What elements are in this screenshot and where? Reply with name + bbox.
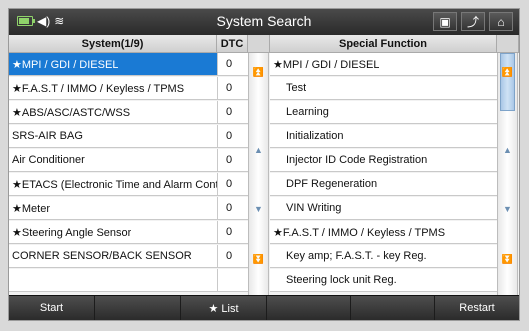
scroll-down-icon[interactable]: ▼ (498, 198, 517, 220)
function-row-label: Key amp; F.A.S.T. - key Reg. (286, 250, 427, 262)
system-list-scrollbar[interactable]: ⏫ ▲ ▼ ⏬ (248, 53, 269, 297)
system-row[interactable]: CORNER SENSOR/BACK SENSOR (9, 245, 217, 268)
function-row-label: VIN Writing (286, 202, 342, 214)
system-row-label: ★MPI / GDI / DIESEL (12, 58, 119, 71)
function-row-label: ★F.A.S.T / IMMO / Keyless / TPMS (273, 226, 446, 239)
dtc-count: 0 (217, 125, 248, 148)
function-row-label: Learning (286, 106, 329, 118)
screen-icon-button[interactable]: ▣ (433, 12, 457, 31)
system-row[interactable]: ★ABS/ASC/ASTC/WSS (9, 101, 217, 124)
system-row[interactable]: ★MPI / GDI / DIESEL (9, 53, 217, 76)
list-button[interactable]: ★ List (181, 296, 267, 320)
system-row[interactable]: Air Conditioner (9, 149, 217, 172)
function-row[interactable]: Learning (270, 101, 497, 124)
function-row-label: Injector ID Code Registration (286, 154, 428, 166)
title-bar: ◀) ≋ System Search ▣ ⤴ ⌂ (9, 9, 519, 36)
dtc-count: 0 (217, 53, 248, 76)
function-row-label: DPF Regeneration (286, 178, 378, 190)
home-button[interactable]: ⌂ (489, 12, 513, 31)
system-row-label: ★F.A.S.T / IMMO / Keyless / TPMS (12, 82, 185, 95)
column-header-dtc: DTC (217, 35, 248, 53)
bottom-toolbar: Start ★ List Restart (9, 295, 519, 320)
dtc-count: 0 (217, 173, 248, 196)
title-buttons: ▣ ⤴ ⌂ (433, 12, 513, 31)
toolbar-empty-slot (95, 296, 181, 320)
scroll-bottom-icon[interactable]: ⏬ (498, 248, 517, 270)
system-row[interactable]: ★F.A.S.T / IMMO / Keyless / TPMS (9, 77, 217, 100)
scroll-top-icon[interactable]: ⏫ (249, 61, 268, 83)
app-window: ◀) ≋ System Search ▣ ⤴ ⌂ System(1/9) DTC… (8, 8, 520, 321)
system-row-label: ★ABS/ASC/ASTC/WSS (12, 106, 131, 119)
scroll-bottom-icon[interactable]: ⏬ (249, 248, 268, 270)
back-button[interactable]: ⤴ (461, 12, 485, 31)
system-row[interactable]: ★ETACS (Electronic Time and Alarm Contro (9, 173, 217, 196)
column-header-special-function: Special Function (270, 35, 497, 53)
toolbar-empty-slot (267, 296, 351, 320)
function-group-row[interactable]: ★F.A.S.T / IMMO / Keyless / TPMS (270, 221, 497, 244)
scroll-top-icon[interactable]: ⏫ (498, 61, 517, 83)
toolbar-empty-slot (351, 296, 435, 320)
dtc-count: 0 (217, 197, 248, 220)
start-button[interactable]: Start (9, 296, 95, 320)
special-function-scrollbar[interactable]: ⏫ ▲ ▼ ⏬ (497, 53, 518, 297)
scroll-header-right (497, 35, 519, 53)
function-row[interactable]: Initialization (270, 125, 497, 148)
dtc-count: 0 (217, 77, 248, 100)
function-row[interactable]: Injector ID Code Registration (270, 149, 497, 172)
system-row[interactable] (9, 269, 217, 292)
scroll-up-icon[interactable]: ▲ (249, 139, 268, 161)
system-row-label: CORNER SENSOR/BACK SENSOR (12, 250, 192, 262)
dtc-count (217, 269, 248, 292)
function-row[interactable]: VIN Writing (270, 197, 497, 220)
scroll-down-icon[interactable]: ▼ (249, 198, 268, 220)
function-row-label: ★MPI / GDI / DIESEL (273, 58, 380, 71)
system-row-label: Air Conditioner (12, 154, 85, 166)
dtc-count: 0 (217, 245, 248, 268)
system-row-label: ★Meter (12, 202, 50, 215)
function-row-label: Test (286, 82, 307, 94)
function-row-label: Steering lock unit Reg. (286, 274, 397, 286)
function-row[interactable]: Test (270, 77, 497, 100)
system-row[interactable]: ★Steering Angle Sensor (9, 221, 217, 244)
function-row[interactable]: DPF Regeneration (270, 173, 497, 196)
dtc-count: 0 (217, 221, 248, 244)
function-row[interactable]: Key amp; F.A.S.T. - key Reg. (270, 245, 497, 268)
column-header-system: System(1/9) (9, 35, 217, 53)
function-row-label: Initialization (286, 130, 344, 142)
scroll-header-left (248, 35, 270, 53)
dtc-count: 0 (217, 149, 248, 172)
function-row[interactable]: Steering lock unit Reg. (270, 269, 497, 292)
system-row-label: ★ETACS (Electronic Time and Alarm Contro (12, 178, 217, 191)
function-group-row[interactable]: ★MPI / GDI / DIESEL (270, 53, 497, 76)
system-row-label: SRS-AIR BAG (12, 130, 83, 142)
scroll-up-icon[interactable]: ▲ (498, 139, 517, 161)
dtc-count: 0 (217, 101, 248, 124)
system-row-label: ★Steering Angle Sensor (12, 226, 132, 239)
system-row[interactable]: SRS-AIR BAG (9, 125, 217, 148)
restart-button[interactable]: Restart (435, 296, 519, 320)
system-row[interactable]: ★Meter (9, 197, 217, 220)
